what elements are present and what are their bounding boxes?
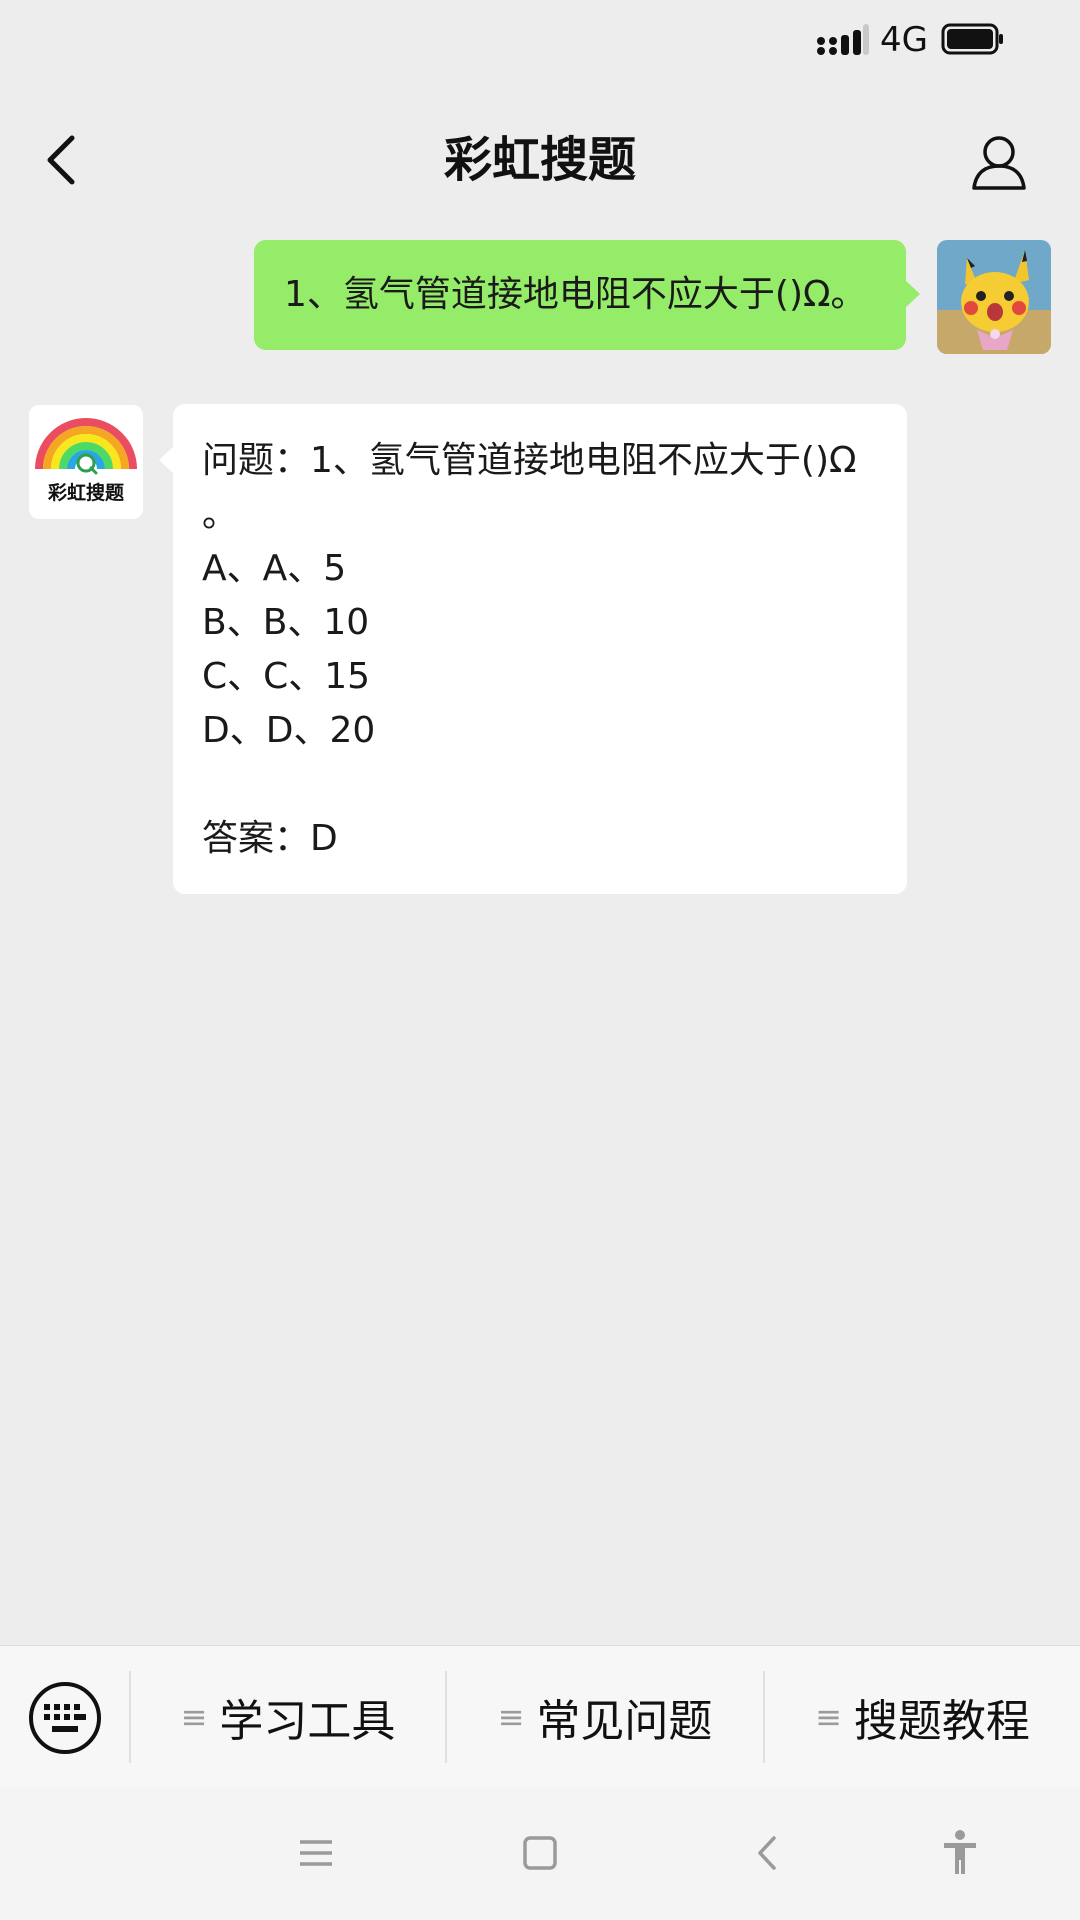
profile-icon[interactable] xyxy=(968,130,1030,192)
pikachu-avatar-image xyxy=(937,240,1051,354)
menu-item-label: 学习工具 xyxy=(219,1696,396,1747)
signal-icon xyxy=(817,24,869,55)
nav-back-icon[interactable] xyxy=(748,1828,788,1878)
bot-message-bubble[interactable]: 问题：1、氢气管道接地电阻不应大于()Ω 。 A、A、5 B、B、10 C、C、… xyxy=(159,404,907,894)
option-c: C、C、15 xyxy=(202,656,371,697)
bottom-menu-bar: ≡ 学习工具 ≡ 常见问题 ≡ 搜题教程 xyxy=(0,1645,1080,1788)
question-line: 问题：1、氢气管道接地电阻不应大于()Ω xyxy=(202,440,857,481)
page-title: 彩虹搜题 xyxy=(443,132,636,188)
rainbow-logo: 彩虹搜题 xyxy=(35,418,137,504)
menu-item-study-tools[interactable]: ≡ 学习工具 xyxy=(131,1646,445,1788)
bot-message-text: 问题：1、氢气管道接地电阻不应大于()Ω 。 A、A、5 B、B、10 C、C、… xyxy=(202,434,892,866)
keyboard-icon[interactable] xyxy=(28,1681,102,1755)
user-avatar[interactable] xyxy=(937,240,1051,354)
menu-lines-icon: ≡ xyxy=(815,1698,842,1736)
network-type: 4G xyxy=(880,20,928,60)
bot-avatar-label: 彩虹搜题 xyxy=(47,481,124,504)
menu-item-label: 搜题教程 xyxy=(853,1696,1030,1747)
option-a: A、A、5 xyxy=(202,548,347,589)
nav-menu-icon[interactable] xyxy=(296,1828,336,1878)
user-message-bubble[interactable]: 1、氢气管道接地电阻不应大于()Ω。 xyxy=(254,240,920,350)
menu-lines-icon: ≡ xyxy=(497,1698,525,1736)
bot-avatar[interactable]: 彩虹搜题 xyxy=(29,405,143,519)
menu-lines-icon: ≡ xyxy=(180,1698,208,1736)
question-line-wrap: 。 xyxy=(202,494,239,535)
answer-line: 答案：D xyxy=(202,818,338,859)
menu-item-faq[interactable]: ≡ 常见问题 xyxy=(447,1646,763,1788)
status-bar: 4G xyxy=(0,0,1080,80)
battery-icon xyxy=(941,23,1003,55)
option-d: D、D、20 xyxy=(202,710,376,751)
option-b: B、B、10 xyxy=(202,602,370,643)
system-nav-bar xyxy=(0,1788,1080,1920)
nav-home-icon[interactable] xyxy=(520,1828,560,1878)
menu-item-search-tutorial[interactable]: ≡ 搜题教程 xyxy=(765,1646,1080,1788)
user-message-text: 1、氢气管道接地电阻不应大于()Ω。 xyxy=(284,274,867,315)
nav-bar: 彩虹搜题 xyxy=(0,100,1080,220)
accessibility-icon[interactable] xyxy=(940,1828,980,1878)
menu-item-label: 常见问题 xyxy=(536,1696,713,1747)
